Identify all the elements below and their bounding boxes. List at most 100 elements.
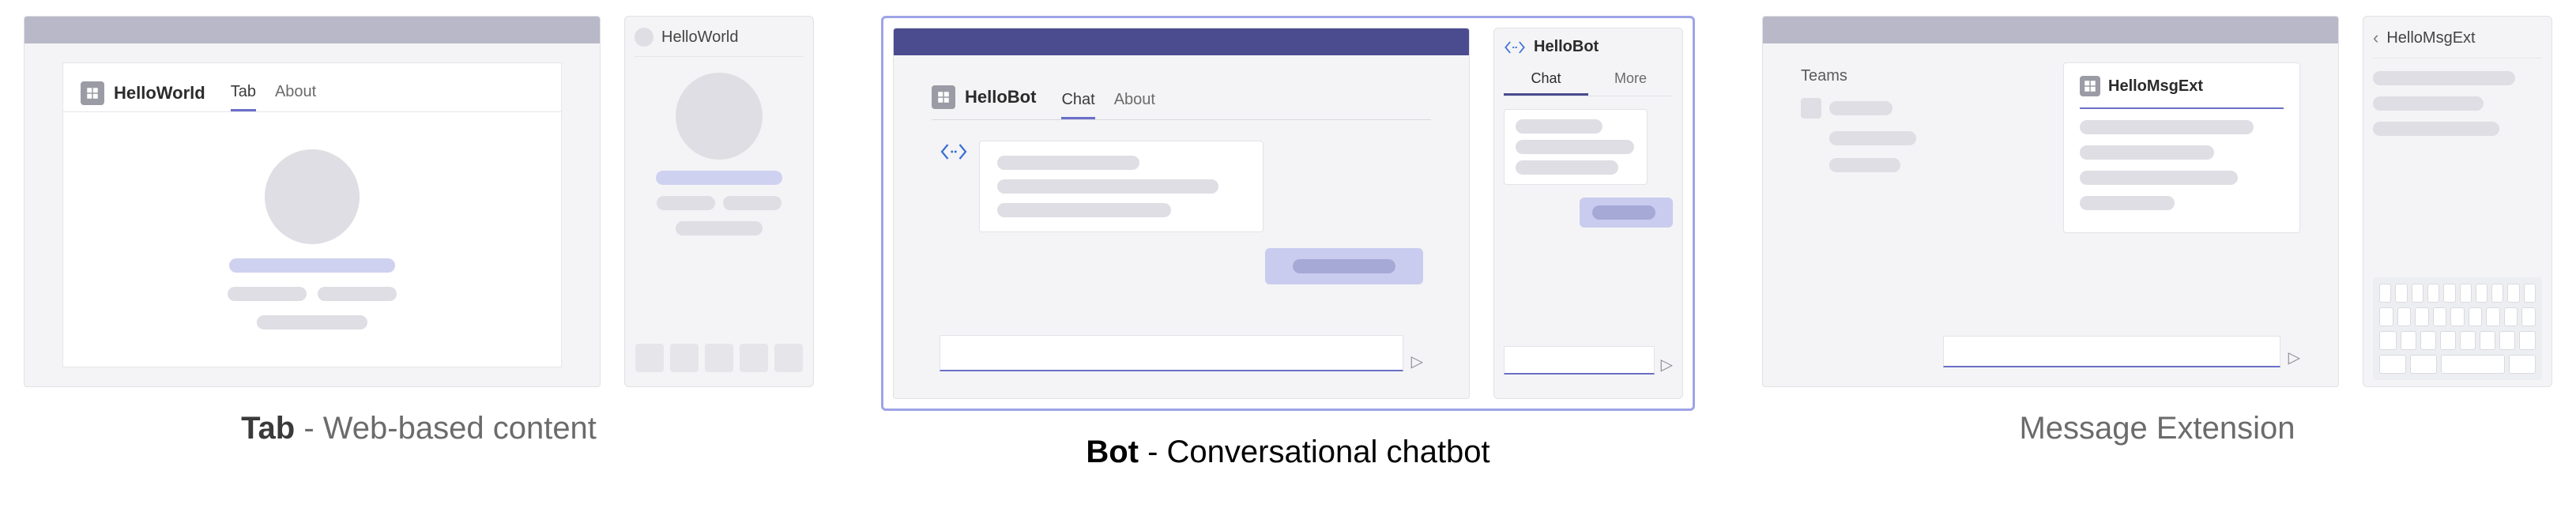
back-icon[interactable]: ‹ xyxy=(2373,28,2378,48)
mobile-tab-chat[interactable]: Chat xyxy=(1504,64,1588,96)
mobile-title: HelloWorld xyxy=(661,28,738,47)
placeholder-line xyxy=(1293,259,1395,273)
ext-mobile-frame: ‹ HelloMsgExt xyxy=(2363,16,2552,387)
bot-highlight-frame: HelloBot Chat About xyxy=(881,16,1695,411)
message-bubble-in xyxy=(1504,109,1648,185)
capability-bot: HelloBot Chat About xyxy=(881,16,1695,470)
ext-caption: Message Extension xyxy=(2019,411,2295,446)
bot-avatar-icon xyxy=(1504,39,1526,56)
bot-caption-rest: - Conversational chatbot xyxy=(1139,435,1490,469)
placeholder-line xyxy=(228,287,307,301)
compose-input[interactable] xyxy=(940,335,1403,371)
placeholder-line xyxy=(1516,140,1634,154)
tab-caption: Tab - Web-based content xyxy=(241,411,597,446)
placeholder-line xyxy=(1829,101,1892,115)
message-bubble-out xyxy=(1265,248,1423,284)
compose-input[interactable] xyxy=(1504,346,1655,375)
message-bubble-in xyxy=(979,141,1264,232)
placeholder-row xyxy=(228,287,397,301)
message-bubble-out xyxy=(1580,198,1673,228)
sidebar-channel[interactable] xyxy=(1829,131,1916,145)
app-icon xyxy=(81,81,104,105)
bot-tab-about[interactable]: About xyxy=(1114,91,1155,119)
placeholder-line xyxy=(997,156,1139,170)
placeholder-line xyxy=(257,315,367,329)
nav-item[interactable] xyxy=(635,344,664,372)
sidebar-channel[interactable] xyxy=(1829,158,1900,172)
mobile-header: HelloBot xyxy=(1504,35,1673,64)
bot-avatar-icon xyxy=(940,141,968,163)
placeholder-line xyxy=(2080,145,2214,160)
bot-mockups-pair: HelloBot Chat About xyxy=(893,28,1683,399)
placeholder-line xyxy=(2080,120,2254,134)
avatar-placeholder xyxy=(676,73,763,160)
ext-mockups-pair: Teams HelloMsgExt xyxy=(1762,16,2552,387)
mobile-keyboard[interactable] xyxy=(2373,277,2542,380)
app-title: HelloBot xyxy=(965,87,1036,107)
ext-main: HelloMsgExt ▷ xyxy=(1943,62,2300,367)
bot-tabs: Chat About xyxy=(1061,91,1155,119)
window-titlebar xyxy=(1763,17,2338,43)
mobile-header: ‹ HelloMsgExt xyxy=(2373,23,2542,58)
placeholder-line xyxy=(2080,196,2175,210)
bot-caption-strong: Bot xyxy=(1086,435,1139,469)
sidebar-item[interactable] xyxy=(1801,98,1919,119)
placeholder-line xyxy=(676,221,763,235)
placeholder-line xyxy=(997,179,1218,194)
tab-body xyxy=(63,112,561,367)
tab-mockups-pair: HelloWorld Tab About xyxy=(24,16,814,387)
mobile-title: HelloMsgExt xyxy=(2386,29,2475,47)
compose-input[interactable] xyxy=(1943,336,2280,367)
placeholder-line xyxy=(1592,205,1655,220)
placeholder-line xyxy=(2373,96,2484,111)
tab-caption-rest: - Web-based content xyxy=(295,411,597,446)
mobile-header: HelloWorld xyxy=(635,23,804,57)
send-icon[interactable]: ▷ xyxy=(2288,348,2300,367)
mobile-tabs: Chat More xyxy=(1504,64,1673,96)
compose-row: ▷ xyxy=(940,335,1423,371)
avatar-placeholder xyxy=(265,149,360,244)
ext-content-area: Teams HelloMsgExt xyxy=(1801,62,2300,367)
nav-item[interactable] xyxy=(670,344,699,372)
tab-tab-1[interactable]: Tab xyxy=(231,83,256,111)
app-title: HelloWorld xyxy=(114,83,205,104)
bot-desktop-frame: HelloBot Chat About xyxy=(893,28,1470,399)
nav-item[interactable] xyxy=(740,344,768,372)
placeholder-line xyxy=(2373,71,2515,85)
mobile-tab-more[interactable]: More xyxy=(1588,64,1673,96)
capability-tab: HelloWorld Tab About xyxy=(24,16,814,446)
tab-tabs: Tab About xyxy=(231,83,317,111)
bot-caption: Bot - Conversational chatbot xyxy=(1086,435,1489,470)
app-icon xyxy=(932,85,955,109)
tab-tab-2[interactable]: About xyxy=(275,83,316,111)
mobile-chat-area: ▷ xyxy=(1504,96,1673,392)
placeholder-line xyxy=(229,258,395,273)
compose-row: ▷ xyxy=(1943,336,2300,367)
placeholder-line xyxy=(723,196,781,210)
placeholder-row xyxy=(657,196,781,210)
avatar-icon xyxy=(635,28,653,47)
send-icon[interactable]: ▷ xyxy=(1661,355,1673,375)
mobile-body xyxy=(635,57,804,336)
nav-item[interactable] xyxy=(705,344,733,372)
placeholder-line xyxy=(1516,160,1618,175)
bot-chat-area: ▷ xyxy=(932,120,1431,379)
bot-tab-chat[interactable]: Chat xyxy=(1061,91,1094,119)
send-icon[interactable]: ▷ xyxy=(1411,352,1423,371)
capability-message-extension: Teams HelloMsgExt xyxy=(1762,16,2552,446)
msgext-popup: HelloMsgExt xyxy=(2063,62,2300,233)
placeholder-line xyxy=(2080,171,2238,185)
team-icon xyxy=(1801,98,1821,119)
tab-caption-strong: Tab xyxy=(241,411,295,446)
app-icon xyxy=(2080,76,2100,96)
window-titlebar xyxy=(24,17,600,43)
popup-separator xyxy=(2080,107,2284,109)
mobile-title: HelloBot xyxy=(1534,38,1599,56)
placeholder-line xyxy=(2373,122,2499,136)
mobile-body xyxy=(2373,58,2542,277)
placeholder-line xyxy=(318,287,397,301)
window-titlebar xyxy=(894,28,1469,55)
nav-item[interactable] xyxy=(774,344,803,372)
msgext-popup-header: HelloMsgExt xyxy=(2080,76,2284,96)
tab-mobile-frame: HelloWorld xyxy=(624,16,814,387)
